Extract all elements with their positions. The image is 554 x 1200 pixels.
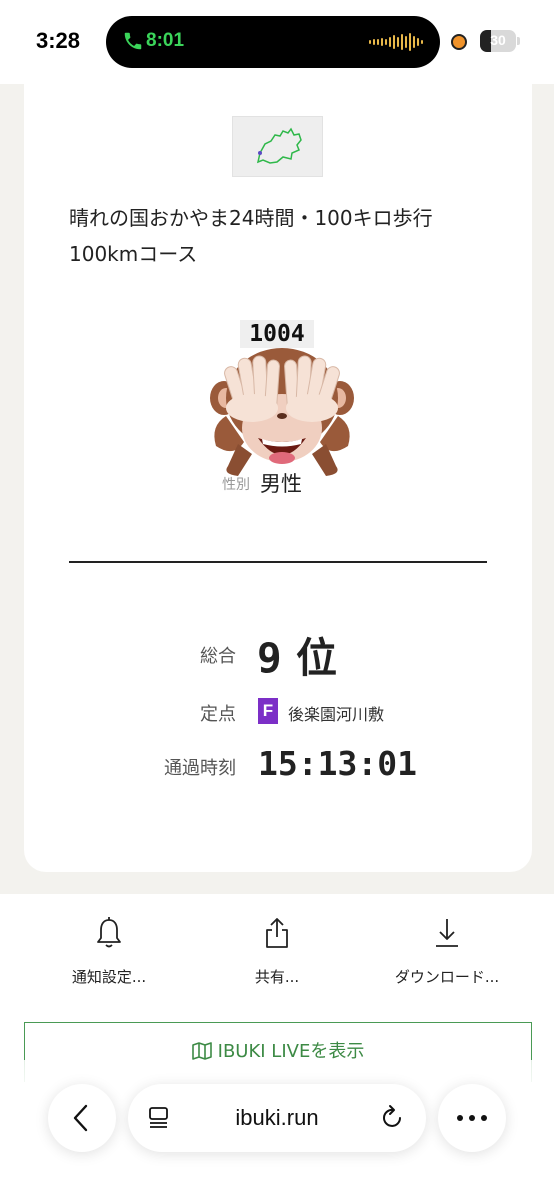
download-button[interactable]: ダウンロード... [362,914,532,994]
chevron-left-icon [73,1104,88,1132]
reload-icon[interactable] [380,1104,406,1132]
ibuki-live-label: IBUKI LIVEを表示 [217,1041,365,1062]
battery-percent: 30 [490,32,506,48]
back-button[interactable] [48,1084,116,1152]
rank-number: 9 [257,634,282,682]
map-icon [191,1042,212,1060]
dynamic-island-call[interactable]: 8:01 [106,16,440,68]
rank-suffix: 位 [295,634,337,682]
phone-icon [124,32,142,50]
event-title: 晴れの国おかやま24時間・100キロ歩行 100kmコース [69,206,433,266]
overall-rank-value: 9 位 [257,624,337,684]
call-duration: 8:01 [146,30,185,51]
runner-result-card: 晴れの国おかやま24時間・100キロ歩行 100kmコース 1004 性別 男性… [24,70,532,872]
divider [69,561,487,563]
bell-icon [97,917,121,948]
battery-cap [517,37,520,45]
download-label: ダウンロード... [394,968,500,986]
address-bar[interactable]: ibuki.run [128,1084,426,1152]
battery-indicator: 30 [480,30,516,52]
gender-label: 性別 [222,477,250,493]
browser-toolbar: ibuki.run [0,1060,554,1200]
course-route-icon [256,127,302,164]
checkpoint-label: 定点 [200,704,236,725]
notification-settings-label: 通知設定... [71,968,147,986]
download-icon [436,919,458,947]
ellipsis-icon [457,1115,487,1121]
see-no-evil-monkey-avatar [210,348,354,476]
overall-rank-label: 総合 [200,646,236,667]
notification-settings-button[interactable]: 通知設定... [24,914,194,994]
share-label: 共有... [254,968,300,986]
checkpoint-name: 後楽園河川敷 [288,705,385,724]
bib-number: 1004 [240,320,314,348]
share-icon [266,918,288,948]
share-button[interactable]: 共有... [192,914,362,994]
passing-time-value: 15:13:01 [258,744,417,783]
audio-waveform-icon [369,33,423,51]
status-time: 3:28 [36,28,81,53]
gender-value: 男性 [260,472,302,496]
course-map-thumbnail[interactable] [232,116,323,177]
more-options-button[interactable] [438,1084,506,1152]
checkpoint-code-badge: F [258,698,278,724]
passing-time-label: 通過時刻 [164,758,236,779]
recording-indicator [451,34,467,50]
